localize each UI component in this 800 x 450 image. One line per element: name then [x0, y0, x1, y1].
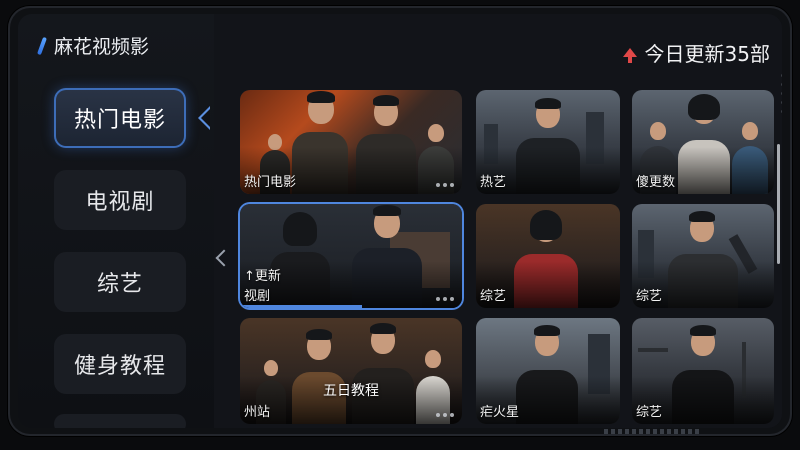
- scrollbar[interactable]: [777, 144, 780, 264]
- media-card[interactable]: 综艺: [632, 204, 774, 308]
- decor-dots: [781, 74, 782, 113]
- chevron-left-icon[interactable]: [215, 249, 233, 267]
- card-label: 热艺: [480, 175, 507, 190]
- card-label: 疟火星: [480, 405, 520, 420]
- media-card[interactable]: 热门电影: [240, 90, 462, 194]
- device-frame: 麻花视频影 热门电影 电视剧 综艺 健身教程 今日更新35部 热门电影 热艺 傻…: [8, 6, 792, 436]
- card-overlay-text: 五日教程: [323, 383, 379, 399]
- sidebar-item-label: 健身教程: [73, 354, 166, 379]
- media-card[interactable]: 傻更数: [632, 90, 774, 194]
- active-indicator-icon: [198, 106, 210, 130]
- sidebar-item-more[interactable]: [54, 414, 186, 428]
- card-label: 傻更数: [636, 175, 676, 190]
- app-title-text: 麻花视频影: [54, 36, 150, 58]
- card-overlay-text: ↑更新: [244, 269, 281, 284]
- media-card[interactable]: 热艺: [476, 90, 620, 194]
- media-card-focused[interactable]: ↑更新 视剧: [240, 204, 462, 308]
- progress-bar: [240, 305, 363, 308]
- content-area: 今日更新35部 热门电影 热艺 傻更数 ↑更新 视剧 综艺 综艺 五日教程 州站…: [214, 14, 782, 428]
- card-label: 综艺: [480, 289, 507, 304]
- sidebar-item-label: 综艺: [96, 272, 143, 297]
- app-title: 麻花视频影: [37, 32, 150, 59]
- media-card[interactable]: 综艺: [476, 204, 620, 308]
- poster-image: [240, 204, 462, 308]
- carousel-dots: [436, 183, 454, 187]
- sidebar-item-label: 热门电影: [73, 108, 166, 133]
- media-card[interactable]: 疟火星: [476, 318, 620, 424]
- sidebar-item-hot-movies[interactable]: 热门电影: [54, 88, 186, 148]
- app-screen: 麻花视频影 热门电影 电视剧 综艺 健身教程 今日更新35部 热门电影 热艺 傻…: [18, 14, 782, 428]
- poster-image: [240, 318, 462, 424]
- card-label: 视剧: [244, 289, 271, 304]
- decor-grille: [604, 429, 700, 434]
- media-card[interactable]: 综艺: [632, 318, 774, 424]
- sidebar-item-label: 电视剧: [85, 190, 155, 215]
- updates-indicator: 今日更新35部: [622, 38, 770, 67]
- card-label: 综艺: [636, 405, 663, 420]
- sidebar-item-variety[interactable]: 综艺: [54, 252, 186, 312]
- sidebar-item-tv-series[interactable]: 电视剧: [54, 170, 186, 230]
- sidebar: 麻花视频影 热门电影 电视剧 综艺 健身教程: [18, 14, 214, 428]
- sidebar-item-fitness[interactable]: 健身教程: [54, 334, 186, 394]
- card-label: 州站: [244, 405, 271, 420]
- app-logo-icon: [37, 36, 47, 55]
- media-card[interactable]: 五日教程 州站: [240, 318, 462, 424]
- card-label: 热门电影: [244, 175, 297, 190]
- up-arrow-icon: [622, 48, 637, 63]
- carousel-dots: [436, 413, 454, 417]
- carousel-dots: [436, 297, 454, 301]
- card-label: 综艺: [636, 289, 663, 304]
- updates-text: 今日更新35部: [644, 42, 770, 66]
